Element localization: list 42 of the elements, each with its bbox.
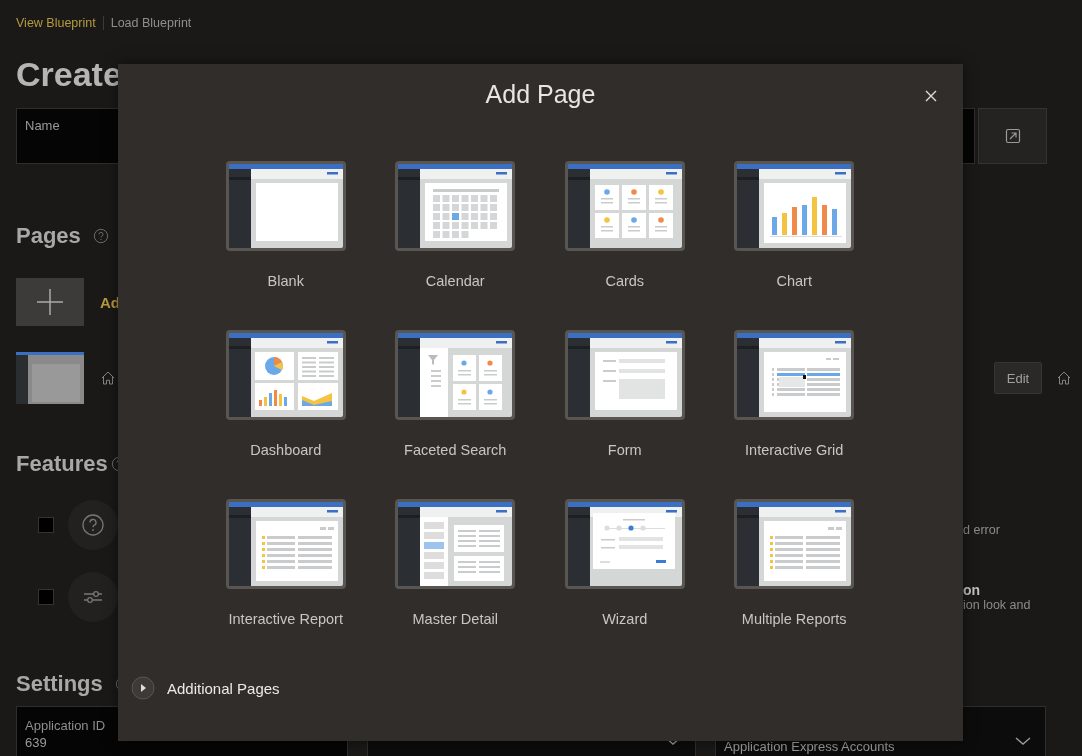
home-icon <box>99 369 117 387</box>
page-title: Create <box>16 54 122 94</box>
plus-icon <box>35 287 65 317</box>
expand-icon <box>131 676 155 700</box>
page-thumbnail <box>16 352 84 404</box>
feature-description: d error <box>963 523 1001 537</box>
breadcrumb-link[interactable]: Load Blueprint <box>110 16 192 30</box>
page-type-button[interactable]: Interactive Report <box>210 499 361 627</box>
page-type-button[interactable]: Calendar <box>380 161 531 289</box>
home-icon <box>1055 369 1073 387</box>
caret-icon <box>1015 737 1031 745</box>
expand-icon <box>1004 128 1021 144</box>
add-page-button[interactable] <box>16 278 84 326</box>
section-heading: Features <box>16 451 108 477</box>
page-type-button[interactable]: Form <box>549 330 700 458</box>
page-type-button[interactable]: Dashboard <box>210 330 361 458</box>
page-type-button[interactable]: Blank <box>210 161 361 289</box>
help-icon[interactable] <box>92 228 109 244</box>
close-icon <box>924 89 938 103</box>
field-label: Name <box>25 118 60 133</box>
checkbox[interactable] <box>38 517 54 533</box>
edit-button[interactable]: Edit <box>994 362 1042 394</box>
page-type-button[interactable]: Interactive Grid <box>719 330 870 458</box>
breadcrumb-link[interactable]: View Blueprint <box>16 16 96 30</box>
field-value: 639 <box>25 735 47 750</box>
page-type-button[interactable]: Faceted Search <box>380 330 531 458</box>
section-heading: Pages <box>16 223 81 249</box>
page-type-button[interactable]: Master Detail <box>380 499 531 627</box>
page-type-button[interactable]: Cards <box>549 161 700 289</box>
field-label: Application ID <box>25 718 107 733</box>
checkbox[interactable] <box>38 589 54 605</box>
page-type-button[interactable]: Multiple Reports <box>719 499 870 627</box>
section-heading: Settings <box>16 671 103 697</box>
dialog-title: Add Page <box>485 79 596 109</box>
help-icon <box>81 513 105 537</box>
page-type-button[interactable]: Wizard <box>549 499 700 627</box>
page-type-button[interactable]: Chart <box>719 161 870 289</box>
feature-description: ion look and <box>963 598 1032 612</box>
expand-button[interactable] <box>978 108 1047 164</box>
field-value: Application Express Accounts <box>724 739 895 754</box>
additional-pages-toggle[interactable]: Additional Pages <box>131 676 280 700</box>
feature-title: on <box>963 582 982 598</box>
